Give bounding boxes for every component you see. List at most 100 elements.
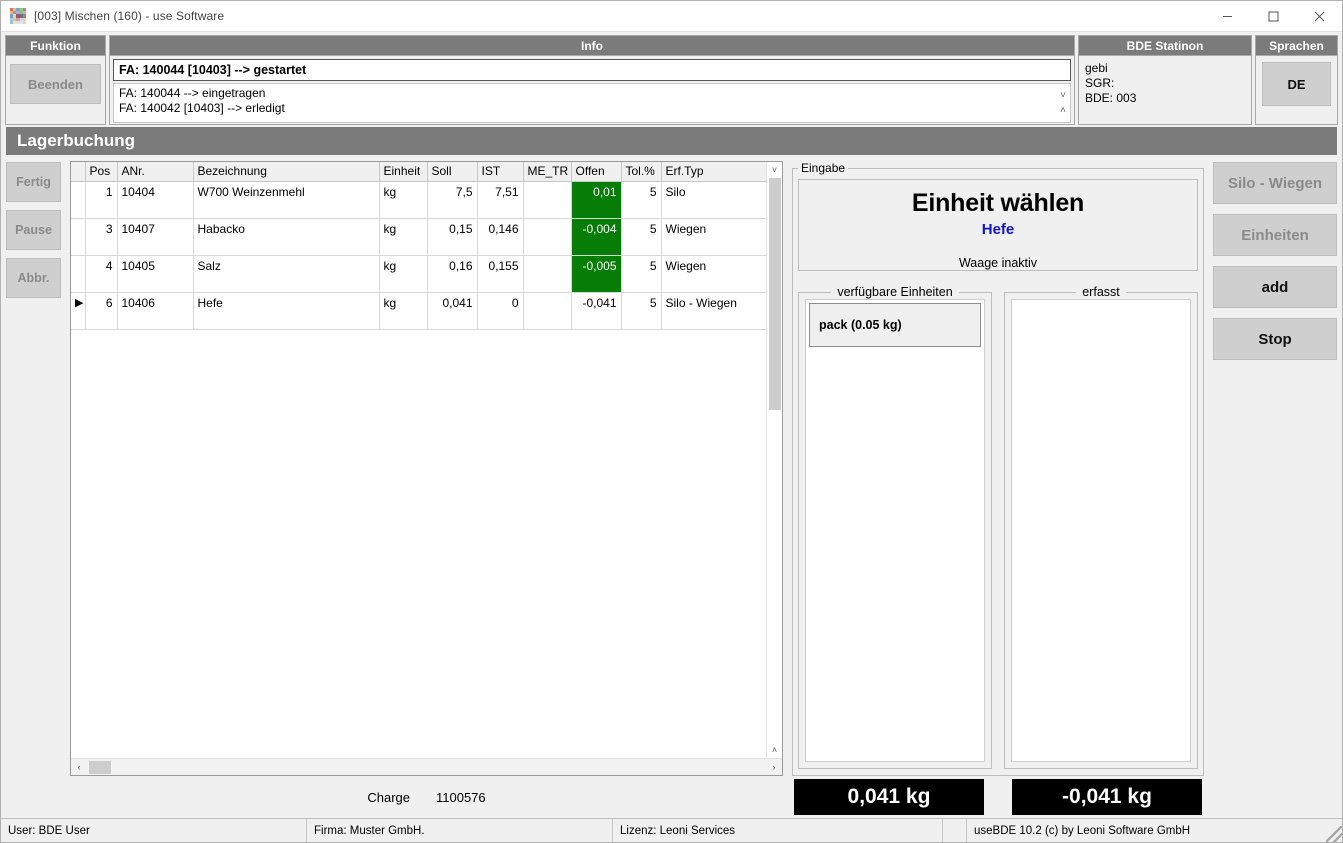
status-firma: Firma: Muster GmbH.: [307, 819, 613, 842]
table-vertical-scrollbar[interactable]: ˅ ˄: [766, 162, 782, 758]
cell-bezeichnung: W700 Weinzenmehl: [193, 181, 380, 219]
remaining-value-display: -0,041 kg: [1012, 779, 1202, 815]
info-group: Info FA: 140044 [10403] --> gestartet FA…: [109, 35, 1075, 125]
bde-station-group: BDE Statinon gebi SGR: BDE: 003: [1078, 35, 1252, 125]
bde-info-line: SGR:: [1085, 76, 1115, 90]
cell-bezeichnung: Salz: [193, 255, 380, 293]
info-scroll-down-icon[interactable]: ˄: [1060, 105, 1066, 115]
horizontal-scroll-track[interactable]: [87, 759, 766, 776]
cell-ist: 7,51: [477, 181, 524, 219]
title-bar: [003] Mischen (160) - use Software: [1, 1, 1342, 32]
row-marker: [71, 218, 86, 256]
cell-einheit: kg: [379, 292, 428, 330]
cell-anr: 10404: [117, 181, 194, 219]
maximize-button[interactable]: [1250, 1, 1296, 32]
available-units-panel: verfügbare Einheiten pack (0.05 kg): [798, 285, 992, 769]
info-scrollbar[interactable]: ˅ ˄: [1056, 83, 1071, 123]
scroll-left-icon[interactable]: ‹: [71, 759, 87, 775]
grid-header-soll[interactable]: Soll: [427, 162, 478, 182]
action-button-einheiten[interactable]: Einheiten: [1213, 214, 1337, 256]
top-panel: Funktion Beenden Info FA: 140044 [10403]…: [1, 32, 1342, 127]
cell-soll: 0,16: [427, 255, 478, 293]
vertical-scroll-thumb[interactable]: [768, 178, 781, 410]
table-row[interactable]: 4 10405 Salz kg 0,16 0,155 -0,005 5 Wiegen: [71, 255, 766, 293]
side-button-abbr[interactable]: Abbr.: [6, 258, 61, 298]
status-spacer: [943, 819, 967, 842]
minimize-button[interactable]: [1204, 1, 1250, 32]
action-button-silo-wiegen[interactable]: Silo - Wiegen: [1213, 162, 1337, 204]
position-grid-viewport: Pos ANr. Bezeichnung Einheit Soll IST ME_TR Off…: [71, 162, 766, 758]
position-table-column: Pos ANr. Bezeichnung Einheit Soll IST ME_TR Off…: [70, 161, 783, 818]
scroll-up-icon[interactable]: ˅: [767, 162, 783, 178]
info-scroll-up-icon[interactable]: ˅: [1060, 90, 1066, 100]
cell-offen: -0,005: [571, 255, 622, 293]
funktion-header: Funktion: [6, 36, 105, 56]
cell-soll: 0,041: [427, 292, 478, 330]
eingabe-legend: Eingabe: [801, 161, 846, 175]
action-button-stop[interactable]: Stop: [1213, 318, 1337, 360]
cell-bezeichnung: Hefe: [193, 292, 380, 330]
grid-header-anr[interactable]: ANr.: [117, 162, 194, 182]
cell-soll: 7,5: [427, 181, 478, 219]
vertical-scroll-track[interactable]: [767, 178, 783, 742]
cell-pos: 4: [85, 255, 118, 293]
table-row[interactable]: 3 10407 Habacko kg 0,15 0,146 -0,004 5 Wiegen: [71, 218, 766, 256]
language-de-button[interactable]: DE: [1262, 62, 1331, 106]
left-action-bar: Fertig Pause Abbr.: [6, 161, 61, 818]
action-button-add[interactable]: add: [1213, 266, 1337, 308]
page-title: Lagerbuchung: [6, 127, 1337, 155]
grid-header-bezeichnung[interactable]: Bezeichnung: [193, 162, 380, 182]
grid-header-pos[interactable]: Pos: [85, 162, 118, 182]
grid-header-tol[interactable]: Tol.%: [621, 162, 662, 182]
bde-station-header: BDE Statinon: [1079, 36, 1251, 56]
available-units-legend: verfügbare Einheiten: [837, 285, 953, 299]
cell-einheit: kg: [379, 181, 428, 219]
close-button[interactable]: [1296, 1, 1342, 32]
side-button-pause[interactable]: Pause: [6, 210, 61, 250]
table-row[interactable]: 1 10404 W700 Weinzenmehl kg 7,5 7,51 0,01 5 Silo: [71, 181, 766, 219]
captured-units-list[interactable]: [1011, 299, 1191, 762]
cell-offen: -0,004: [571, 218, 622, 256]
table-row[interactable]: ▶ 6 10406 Hefe kg 0,041 0 -0,041 5 Silo - Wiegen: [71, 292, 766, 330]
info-log-list[interactable]: FA: 140044 --> eingetragen FA: 140042 [10…: [113, 83, 1056, 123]
eingabe-display-article: Hefe: [981, 221, 1015, 238]
eingabe-display: Einheit wählen Hefe Waage inaktiv: [798, 179, 1198, 271]
eingabe-display-title: Einheit wählen: [911, 189, 1085, 217]
scroll-down-icon[interactable]: ˄: [767, 742, 783, 758]
input-column: Eingabe Einheit wählen Hefe Waage inakti…: [792, 161, 1204, 818]
status-lizenz: Lizenz: Leoni Services: [613, 819, 943, 842]
available-unit-item[interactable]: pack (0.05 kg): [809, 303, 981, 347]
grid-header-einheit[interactable]: Einheit: [379, 162, 428, 182]
grid-header-ist[interactable]: IST: [477, 162, 524, 182]
grid-header-marker: [71, 162, 86, 182]
status-bar: User: BDE User Firma: Muster GmbH. Lizen…: [1, 818, 1342, 842]
window-title: [003] Mischen (160) - use Software: [34, 9, 225, 23]
cell-me-tr: [523, 255, 572, 293]
info-log-line-partial: [119, 116, 1051, 120]
grid-header-offen[interactable]: Offen: [571, 162, 622, 182]
resize-grip-icon[interactable]: [1326, 826, 1342, 842]
grid-header-erf-typ[interactable]: Erf.Typ: [661, 162, 766, 182]
cell-tol: 5: [621, 181, 662, 219]
cell-anr: 10406: [117, 292, 194, 330]
position-table: Pos ANr. Bezeichnung Einheit Soll IST ME_TR Off…: [70, 161, 783, 776]
main-content: Fertig Pause Abbr. Pos ANr. Bezeichnung Einhe…: [1, 155, 1342, 818]
cell-tol: 5: [621, 218, 662, 256]
info-current-status: FA: 140044 [10403] --> gestartet: [113, 59, 1071, 81]
status-copyright: useBDE 10.2 (c) by Leoni Software GmbH: [967, 819, 1342, 842]
grid-header-me-tr[interactable]: ME_TR: [523, 162, 572, 182]
application-window: [003] Mischen (160) - use Software Funkt…: [0, 0, 1343, 843]
cell-me-tr: [523, 181, 572, 219]
horizontal-scroll-thumb[interactable]: [89, 760, 111, 774]
eingabe-panel: Eingabe Einheit wählen Hefe Waage inakti…: [792, 161, 1204, 776]
beenden-button[interactable]: Beenden: [10, 64, 101, 104]
available-units-list[interactable]: pack (0.05 kg): [805, 299, 985, 762]
cell-bezeichnung: Habacko: [193, 218, 380, 256]
funktion-group: Funktion Beenden: [5, 35, 106, 125]
table-horizontal-scrollbar[interactable]: ‹ ›: [71, 758, 782, 775]
charge-value: 1100576: [435, 789, 486, 805]
bde-station-info: gebi SGR: BDE: 003: [1079, 56, 1251, 124]
scroll-right-icon[interactable]: ›: [766, 759, 782, 775]
cell-ist: 0,146: [477, 218, 524, 256]
side-button-fertig[interactable]: Fertig: [6, 162, 61, 202]
